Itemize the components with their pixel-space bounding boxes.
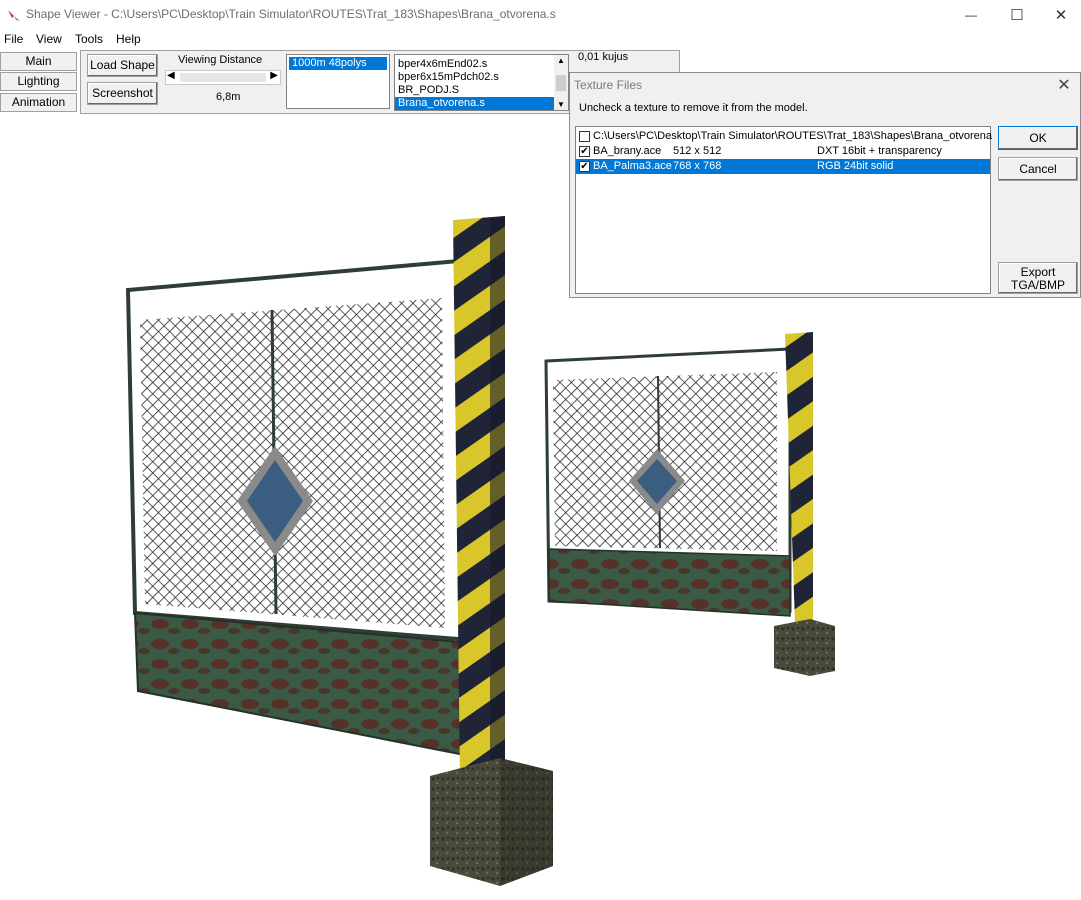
texture-format: DXT 16bit + transparency (817, 145, 942, 157)
texture-files-dialog: Texture Files ✕ Uncheck a texture to rem… (569, 72, 1081, 298)
slider-track[interactable] (180, 73, 266, 82)
tab-main[interactable]: Main (0, 52, 77, 71)
texture-checkbox[interactable]: ✔ (579, 146, 590, 157)
app-icon (8, 10, 20, 21)
gate-large-footing-side (500, 758, 553, 886)
menu-help[interactable]: Help (116, 32, 141, 46)
title-bar: Shape Viewer - C:\Users\PC\Desktop\Train… (0, 0, 1081, 30)
shape-file-item-selected[interactable]: Brana_otvorena.s (395, 97, 554, 110)
status-text: 0,01 kujus (578, 51, 629, 63)
export-tga-bmp-button[interactable]: Export TGA/BMP (998, 262, 1078, 294)
minimize-icon: — (965, 8, 977, 22)
texture-size: 768 x 768 (673, 160, 722, 172)
minimize-button[interactable]: — (948, 0, 994, 30)
maximize-button[interactable]: ☐ (994, 0, 1040, 30)
gate-large-mesh (140, 298, 445, 628)
viewing-distance-label: Viewing Distance (178, 54, 263, 66)
gate-large-post-shadow (490, 216, 505, 776)
cancel-button[interactable]: Cancel (998, 157, 1078, 181)
shape-file-list[interactable]: bper4x6mEnd02.s bper6x15mPdch02.s BR_POD… (394, 54, 569, 111)
maximize-icon: ☐ (1010, 7, 1024, 24)
viewing-distance-value: 6,8m (216, 91, 241, 103)
dialog-close-icon[interactable]: ✕ (1054, 75, 1074, 95)
tab-animation[interactable]: Animation (0, 93, 77, 112)
menu-tools[interactable]: Tools (75, 32, 103, 46)
shape-file-item[interactable]: bper4x6mEnd02.s (395, 58, 568, 71)
viewing-distance-slider[interactable]: ◀ ▶ (165, 70, 281, 85)
texture-name: BA_Palma3.ace (593, 160, 672, 172)
texture-name: BA_brany.ace (593, 145, 662, 157)
gate-small (544, 332, 835, 676)
window-title: Shape Viewer - C:\Users\PC\Desktop\Train… (26, 7, 556, 21)
gate-small-plinth (548, 548, 791, 617)
tab-lighting[interactable]: Lighting (0, 72, 77, 91)
gate-small-footing (774, 619, 835, 676)
shape-list-scrollbar[interactable]: ▲ ▼ (554, 55, 568, 110)
texture-format: RGB 24bit solid (817, 160, 894, 172)
slider-left-arrow-icon[interactable]: ◀ (167, 70, 175, 81)
shape-file-item[interactable]: BR_PODJ.S (395, 84, 568, 97)
load-shape-button[interactable]: Load Shape (87, 54, 158, 77)
export-label-line2: TGA/BMP (1010, 278, 1065, 292)
texture-name: C:\Users\PC\Desktop\Train Simulator\ROUT… (593, 130, 993, 142)
texture-checkbox[interactable] (579, 131, 590, 142)
shape-file-item[interactable]: bper6x15mPdch02.s (395, 71, 568, 84)
screenshot-button[interactable]: Screenshot (87, 82, 158, 105)
scroll-down-icon[interactable]: ▼ (557, 100, 565, 109)
texture-list[interactable]: C:\Users\PC\Desktop\Train Simulator\ROUT… (575, 126, 993, 294)
texture-row[interactable]: ✔ BA_brany.ace 512 x 512 DXT 16bit + tra… (576, 144, 990, 159)
menu-view[interactable]: View (36, 32, 62, 46)
slider-right-arrow-icon[interactable]: ▶ (270, 70, 278, 81)
scroll-up-icon[interactable]: ▲ (557, 56, 565, 65)
lod-list[interactable]: 1000m 48polys (286, 54, 390, 109)
close-button[interactable]: ✕ (1038, 0, 1081, 30)
gate-large (125, 216, 553, 886)
menu-file[interactable]: File (4, 32, 23, 46)
texture-row[interactable]: C:\Users\PC\Desktop\Train Simulator\ROUT… (576, 129, 993, 144)
texture-size: 512 x 512 (673, 145, 722, 157)
close-icon: ✕ (1054, 7, 1068, 24)
ok-button[interactable]: OK (998, 126, 1078, 150)
texture-row-selected[interactable]: ✔ BA_Palma3.ace 768 x 768 RGB 24bit soli… (576, 159, 990, 174)
texture-checkbox[interactable]: ✔ (579, 161, 590, 172)
menu-bar: File View Tools Help (0, 30, 1081, 48)
dialog-title: Texture Files (574, 78, 643, 92)
scroll-thumb[interactable] (556, 75, 566, 91)
dialog-instruction: Uncheck a texture to remove it from the … (579, 102, 808, 114)
lod-item[interactable]: 1000m 48polys (289, 57, 387, 70)
